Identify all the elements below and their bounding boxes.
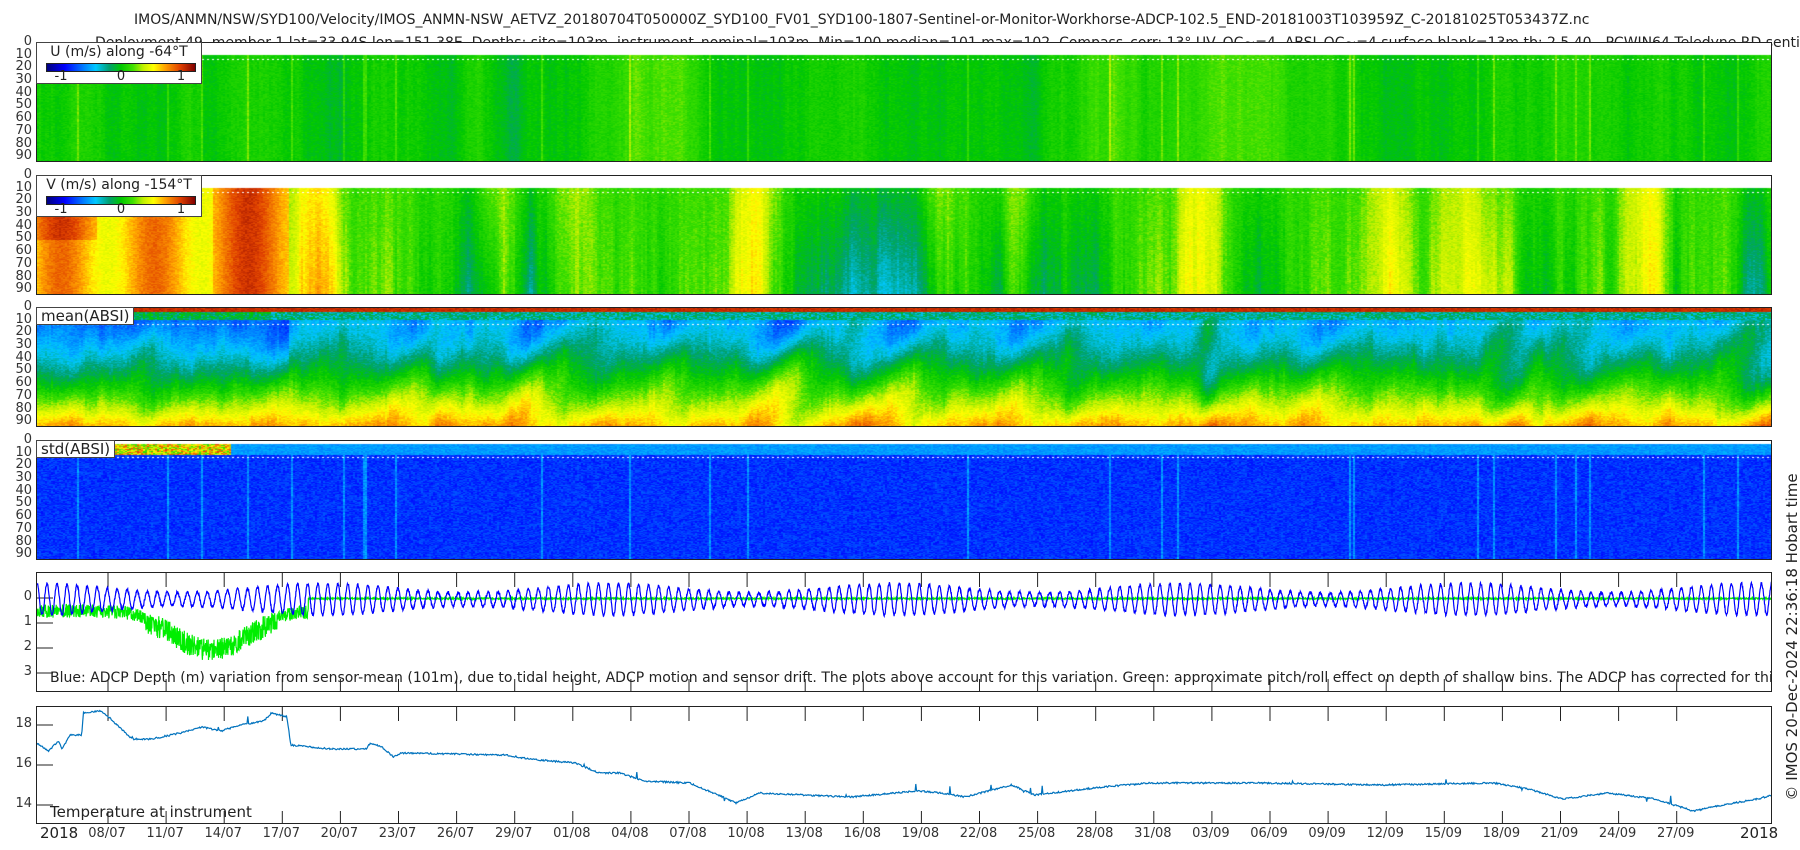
depth-tick-label: 90 — [15, 413, 32, 429]
x-tick-label: 16/08 — [843, 826, 882, 841]
x-tick-label: 07/08 — [669, 826, 707, 841]
depth-variation-tick-label: 3 — [23, 664, 32, 679]
x-tick-label: 04/08 — [611, 826, 649, 841]
std-absi-label: std(ABSI) — [36, 440, 116, 458]
x-tick-label: 10/08 — [727, 826, 765, 841]
x-tick-label: 25/08 — [1017, 826, 1056, 841]
x-tick-label: 08/07 — [88, 826, 126, 841]
x-tick-label: 13/08 — [785, 826, 823, 841]
temperature-line — [37, 709, 1771, 813]
depth-caption: Blue: ADCP Depth (m) variation from sens… — [50, 670, 1772, 686]
u-colorbar-title: U (m/s) along -64°T — [50, 44, 188, 60]
x-tick-label: 20/07 — [320, 826, 359, 841]
x-tick-label: 28/08 — [1075, 826, 1114, 841]
depth-tick-label: 90 — [15, 281, 32, 297]
std-absi-canvas — [37, 441, 1771, 559]
depth-tick-label: 90 — [15, 148, 32, 164]
x-tick-label: 01/08 — [553, 826, 591, 841]
depth-variation-tick-label: 2 — [23, 639, 32, 654]
temperature-tick-label: 14 — [15, 796, 32, 811]
plot-title-line1: IMOS/ANMN/NSW/SYD100/Velocity/IMOS_ANMN-… — [134, 12, 1590, 28]
v-velocity-heatmap — [36, 175, 1772, 295]
x-tick-label: 31/08 — [1134, 826, 1172, 841]
x-tick-label: 09/09 — [1308, 826, 1346, 841]
v-heatmap-canvas — [37, 176, 1771, 294]
temperature-caption: Temperature at instrument — [50, 803, 252, 821]
x-tick-label: 15/09 — [1424, 826, 1463, 841]
x-tick-label: 17/07 — [262, 826, 301, 841]
u-colorbar-tick: 1 — [176, 69, 186, 84]
x-tick-label: 27/09 — [1656, 826, 1695, 841]
u-colorbar-legend: U (m/s) along -64°T -1 0 1 — [36, 42, 202, 84]
v-colorbar-legend: V (m/s) along -154°T -1 0 1 — [36, 175, 202, 217]
x-axis-end-year: 2018 — [1740, 824, 1779, 842]
temperature-tick-label: 16 — [15, 756, 32, 771]
temperature-svg — [37, 707, 1771, 823]
x-tick-label: 23/07 — [378, 826, 417, 841]
depth-variation-tick-label: 1 — [23, 614, 32, 629]
mean-absi-label: mean(ABSI) — [36, 307, 135, 325]
x-tick-label: 11/07 — [146, 826, 184, 841]
x-tick-label: 29/07 — [494, 826, 533, 841]
u-colorbar-tick: -1 — [54, 69, 68, 84]
x-tick-label: 19/08 — [901, 826, 940, 841]
x-tick-label: 06/09 — [1250, 826, 1288, 841]
x-tick-label: 03/09 — [1192, 826, 1230, 841]
x-tick-label: 26/07 — [436, 826, 475, 841]
v-colorbar-title: V (m/s) along -154°T — [46, 177, 192, 193]
mean-absi-canvas — [37, 308, 1771, 426]
temperature-plot: Temperature at instrument — [36, 706, 1772, 824]
x-tick-label: 22/08 — [959, 826, 998, 841]
x-tick-label: 18/09 — [1482, 826, 1521, 841]
v-colorbar-tick: 1 — [176, 202, 186, 217]
v-colorbar-tick: 0 — [116, 202, 126, 217]
v-colorbar-tick: -1 — [54, 202, 68, 217]
std-absi-heatmap — [36, 440, 1772, 560]
copyright-timestamp: © IMOS 20-Dec-2024 22:36:18 Hobart time — [1783, 473, 1800, 801]
x-tick-label: 24/09 — [1598, 826, 1637, 841]
temperature-tick-label: 18 — [15, 716, 32, 731]
x-tick-label: 12/09 — [1366, 826, 1404, 841]
u-velocity-heatmap — [36, 42, 1772, 162]
u-heatmap-canvas — [37, 43, 1771, 161]
x-tick-label: 21/09 — [1540, 826, 1579, 841]
mean-absi-heatmap — [36, 307, 1772, 427]
x-tick-label: 14/07 — [204, 826, 242, 841]
pitch-roll-effect-line — [37, 595, 1771, 661]
depth-variation-plot: Blue: ADCP Depth (m) variation from sens… — [36, 572, 1772, 692]
depth-variation-tick-label: 0 — [23, 589, 32, 604]
depth-tick-label: 90 — [15, 546, 32, 562]
x-axis-start-year: 2018 — [40, 824, 79, 842]
u-colorbar-tick: 0 — [116, 69, 126, 84]
